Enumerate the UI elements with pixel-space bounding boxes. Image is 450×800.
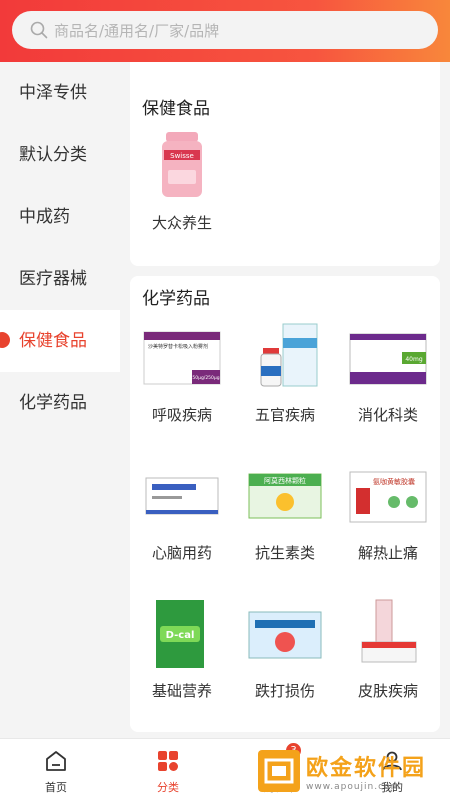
watermark-title: 欧金软件园	[306, 756, 427, 781]
tab-category[interactable]: 分类	[138, 749, 198, 795]
product-image-ointment	[361, 599, 417, 663]
section-title: 化学药品	[142, 289, 210, 309]
product-name: 阿莫西林颗粒	[264, 476, 306, 485]
product-image-granule-box: 阿莫西林颗粒	[248, 473, 322, 519]
subcategory-trauma[interactable]: 跌打损伤	[235, 594, 335, 701]
search-icon	[30, 21, 48, 39]
subcategory-digestive[interactable]: 40mg 消化科类	[338, 318, 438, 425]
sidebar-item-zhongze[interactable]: 中泽专供	[0, 62, 120, 124]
category-grid-icon	[158, 751, 178, 771]
section-title: 保健食品	[142, 99, 210, 119]
subcategory-antibiotics[interactable]: 阿莫西林颗粒 抗生素类	[235, 456, 335, 563]
search-bar[interactable]: 商品名/通用名/厂家/品牌	[12, 11, 438, 49]
product-brand: Swisse	[170, 152, 194, 160]
subcategory-ent[interactable]: 五官疾病	[235, 318, 335, 425]
watermark-logo	[258, 750, 300, 792]
tab-label: 分类	[157, 781, 179, 794]
watermark-url: www.apoujin.com	[306, 782, 401, 792]
section-health-food: 保健食品 Swisse 大众养生	[130, 86, 440, 266]
subcategory-dermatology[interactable]: 皮肤疾病	[338, 594, 438, 701]
header-bar: 商品名/通用名/厂家/品牌	[0, 0, 450, 62]
subcategory-label: 呼吸疾病	[151, 406, 212, 424]
subcategory-respiratory[interactable]: 沙美特罗替卡松吸入粉雾剂 50μg/250μg 呼吸疾病	[132, 318, 232, 425]
subcategory-label: 消化科类	[357, 406, 418, 424]
subcategory-label: 基础营养	[151, 682, 212, 700]
product-image-tablet-box	[145, 477, 219, 515]
subcategory-basic-nutrition[interactable]: D-cal 基础营养	[132, 594, 232, 701]
subcategory-label: 心脑用药	[151, 544, 212, 562]
subcategory-antipyretic[interactable]: 氨咖黄敏胶囊 解热止痛	[338, 456, 438, 563]
home-icon	[46, 751, 66, 771]
product-strength: 40mg	[405, 356, 422, 363]
product-image-eyedrops	[260, 323, 318, 387]
category-content[interactable]: 保健食品 Swisse 大众养生 化学药品 沙美特罗替卡松吸入粉雾剂 50μg/…	[120, 62, 450, 738]
subcategory-label: 皮肤疾病	[357, 682, 418, 700]
subcategory-label: 五官疾病	[254, 406, 315, 424]
sidebar-item-chemical-drugs[interactable]: 化学药品	[0, 372, 120, 434]
subcategory-label: 解热止痛	[357, 544, 418, 562]
tab-label: 首页	[45, 781, 67, 794]
subcategory-label: 抗生素类	[254, 544, 315, 562]
product-name: 沙美特罗替卡松吸入粉雾剂	[148, 343, 208, 350]
subcategory-label: 跌打损伤	[254, 682, 315, 700]
product-name: D-cal	[166, 630, 195, 641]
product-image-calcium-box: D-cal	[156, 600, 204, 668]
sidebar-item-health-food[interactable]: 保健食品	[0, 310, 120, 372]
product-image-supplement-jar: Swisse	[162, 132, 202, 197]
sidebar-item-chinese-medicine[interactable]: 中成药	[0, 186, 120, 248]
search-input[interactable]: 商品名/通用名/厂家/品牌	[54, 20, 219, 41]
subcategory-label: 大众养生	[151, 214, 212, 232]
sidebar-item-medical-devices[interactable]: 医疗器械	[0, 248, 120, 310]
product-image-capsule-box: 40mg	[349, 333, 427, 385]
product-image-cold-capsule-box: 氨咖黄敏胶囊	[349, 471, 427, 523]
site-watermark: 欧金软件园 www.apoujin.com	[256, 748, 446, 794]
product-image-inhaler-box: 沙美特罗替卡松吸入粉雾剂 50μg/250μg	[143, 331, 221, 385]
product-image-plaster-box	[248, 611, 322, 659]
subcategory-mass-wellness[interactable]: Swisse 大众养生	[132, 126, 232, 233]
sidebar-item-default[interactable]: 默认分类	[0, 124, 120, 186]
tab-home[interactable]: 首页	[26, 749, 86, 795]
section-chemical-drugs: 化学药品 沙美特罗替卡松吸入粉雾剂 50μg/250μg 呼吸疾病 五官疾病 4…	[130, 276, 440, 732]
product-name: 氨咖黄敏胶囊	[373, 477, 415, 486]
category-sidebar: 中泽专供 默认分类 中成药 医疗器械 保健食品 化学药品	[0, 62, 120, 738]
product-strength: 50μg/250μg	[192, 375, 219, 381]
subcategory-cardio-cerebral[interactable]: 心脑用药	[132, 456, 232, 563]
